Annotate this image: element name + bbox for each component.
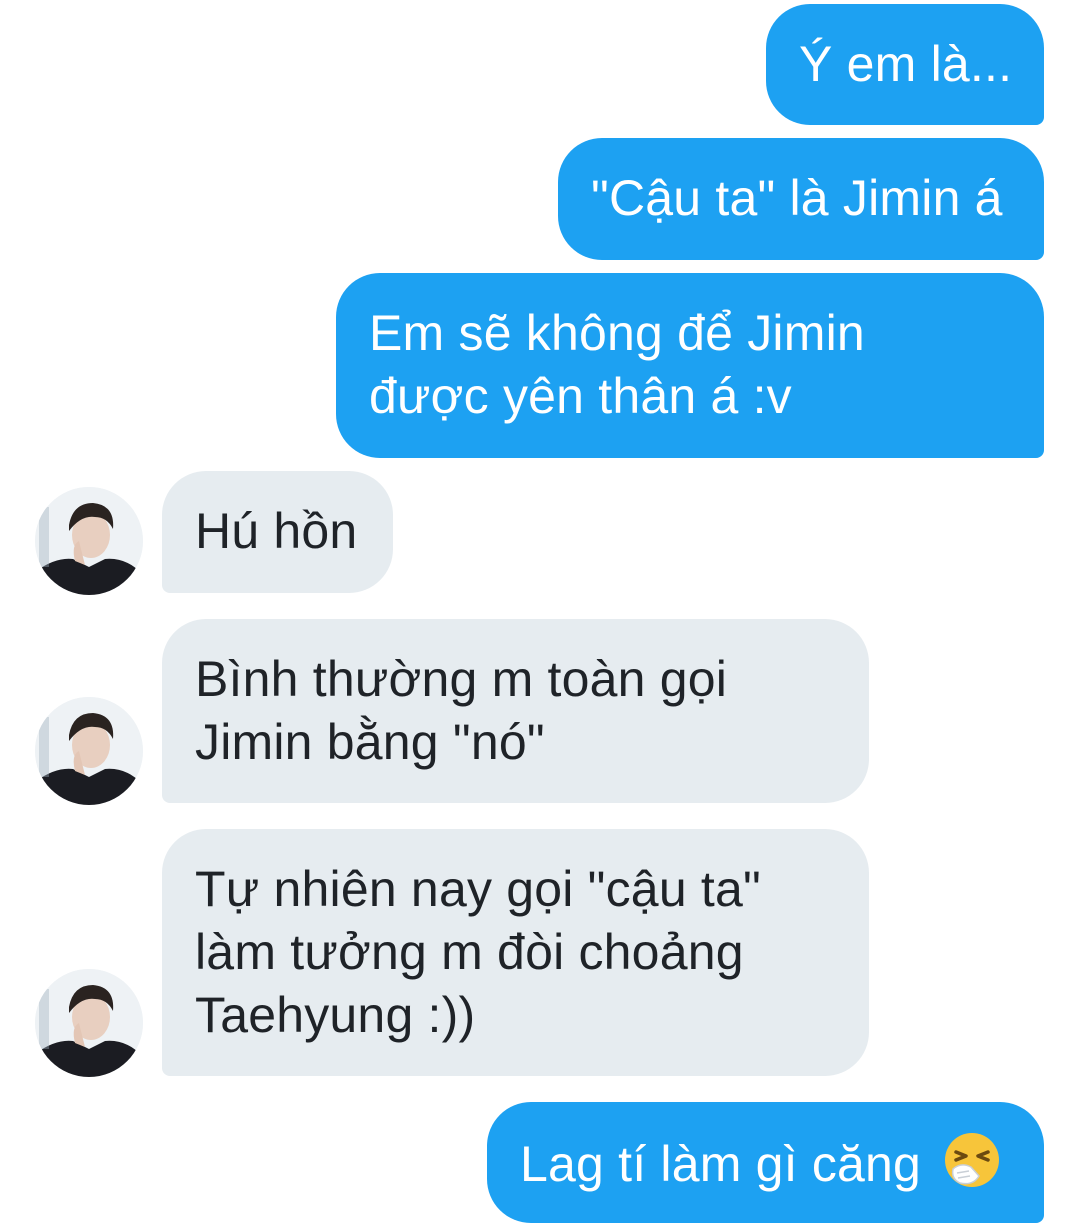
received-message-bubble[interactable]: Hú hồn [162, 471, 393, 593]
avatar-image [35, 487, 143, 595]
sent-message-bubble[interactable]: Em sẽ không để Jimin được yên thân á :v [336, 273, 1044, 458]
message-text: Tự nhiên nay gọi "cậu ta" làm tưởng m đò… [195, 858, 836, 1047]
avatar-image [35, 697, 143, 805]
message-line: Tự nhiên nay gọi "cậu ta" [195, 861, 761, 917]
message-text: Lag tí làm gì căng [520, 1131, 1011, 1204]
message-text: Bình thường m toàn gọi Jimin bằng "nó" [195, 648, 836, 774]
sent-message-bubble[interactable]: Lag tí làm gì căng [487, 1102, 1044, 1223]
sent-message-bubble[interactable]: Ý em là... [766, 4, 1044, 125]
contact-avatar[interactable] [35, 697, 143, 805]
contact-avatar[interactable] [35, 969, 143, 1077]
message-line: Ý em là... [799, 36, 1013, 92]
message-line: làm tưởng m đòi choảng [195, 924, 744, 980]
message-line: Bình thường m toàn gọi [195, 651, 728, 707]
message-line: Lag tí làm gì căng [520, 1136, 922, 1192]
contact-avatar[interactable] [35, 487, 143, 595]
sneezing-face-icon [943, 1131, 1001, 1204]
message-line: Em sẽ không để Jimin [369, 305, 865, 361]
message-line: Jimin bằng "nó" [195, 714, 545, 770]
message-line: "Cậu ta" là Jimin á [591, 170, 1003, 226]
avatar-image [35, 969, 143, 1077]
message-line: được yên thân á :v [369, 368, 792, 424]
message-text: Hú hồn [195, 500, 360, 563]
message-text: "Cậu ta" là Jimin á [591, 167, 1011, 230]
received-message-bubble[interactable]: Bình thường m toàn gọi Jimin bằng "nó" [162, 619, 869, 803]
message-line: Taehyung :)) [195, 987, 476, 1043]
sent-message-bubble[interactable]: "Cậu ta" là Jimin á [558, 138, 1044, 260]
received-message-bubble[interactable]: Tự nhiên nay gọi "cậu ta" làm tưởng m đò… [162, 829, 869, 1076]
message-text: Ý em là... [799, 33, 1013, 96]
chat-thread: Ý em là... "Cậu ta" là Jimin á Em sẽ khô… [0, 0, 1080, 1223]
message-text: Em sẽ không để Jimin được yên thân á :v [369, 302, 1011, 428]
message-line: Hú hồn [195, 503, 358, 559]
